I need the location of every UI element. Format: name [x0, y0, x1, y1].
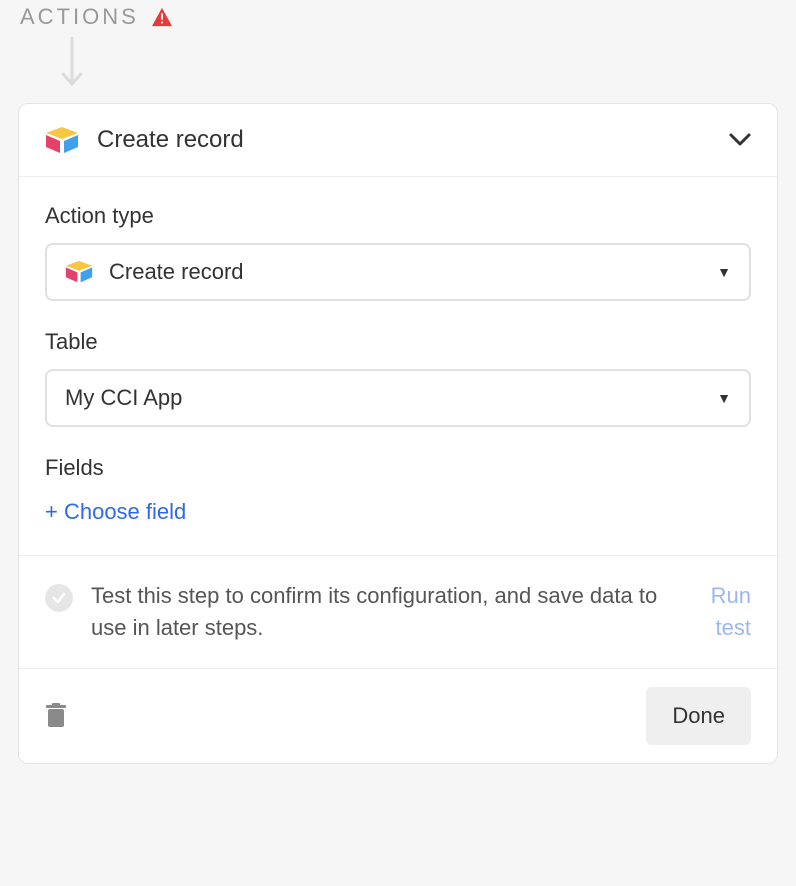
warning-icon: [151, 7, 173, 27]
choose-field-button[interactable]: + Choose field: [45, 499, 186, 525]
done-button[interactable]: Done: [646, 687, 751, 745]
test-step-row: Test this step to confirm its configurat…: [19, 556, 777, 669]
action-type-label: Action type: [45, 203, 751, 229]
caret-down-icon: ▼: [717, 390, 731, 406]
fields-label: Fields: [45, 455, 751, 481]
action-footer: Done: [19, 669, 777, 763]
chevron-down-icon: [729, 133, 751, 147]
check-circle-icon: [45, 584, 73, 612]
table-select[interactable]: My CCI App ▼: [45, 369, 751, 427]
actions-section-title: ACTIONS: [20, 4, 139, 30]
actions-section-header: ACTIONS: [18, 0, 778, 30]
airtable-icon: [65, 260, 93, 284]
run-test-button[interactable]: Run test: [691, 580, 751, 644]
table-label: Table: [45, 329, 751, 355]
action-type-select[interactable]: Create record ▼: [45, 243, 751, 301]
action-type-value: Create record: [109, 259, 701, 285]
action-title: Create record: [97, 126, 711, 154]
table-value: My CCI App: [65, 385, 701, 411]
caret-down-icon: ▼: [717, 264, 731, 280]
airtable-icon: [45, 126, 79, 154]
action-config-body: Action type Create record ▼ Table My CCI…: [19, 177, 777, 556]
test-step-text: Test this step to confirm its configurat…: [91, 580, 673, 644]
action-card-header[interactable]: Create record: [19, 104, 777, 177]
choose-field-label: + Choose field: [45, 499, 186, 525]
flow-arrow: [18, 30, 778, 103]
action-card: Create record Action type Create record …: [18, 103, 778, 764]
delete-action-button[interactable]: [45, 703, 67, 729]
